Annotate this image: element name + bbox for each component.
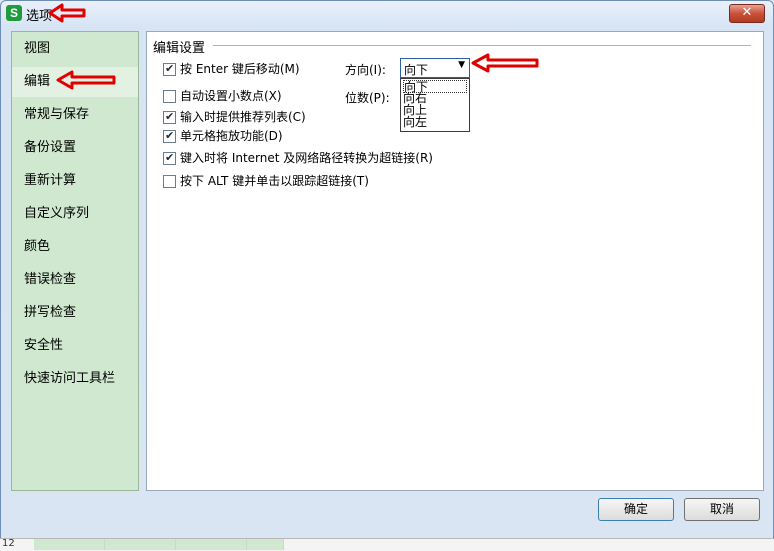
- direction-option-left[interactable]: 向左: [403, 116, 467, 129]
- annotation-arrow-icon: [56, 70, 116, 90]
- sidebar-item-quick-access-toolbar[interactable]: 快速访问工具栏: [12, 364, 138, 394]
- sidebar-item-error-check[interactable]: 错误检查: [12, 265, 138, 295]
- sidebar-item-view[interactable]: 视图: [12, 34, 138, 64]
- hyperlink-convert-checkbox[interactable]: [163, 150, 176, 166]
- autocomplete-label: 输入时提供推荐列表(C): [180, 110, 306, 124]
- annotation-arrow-icon: [48, 3, 86, 23]
- direction-selected-value: 向下: [404, 63, 429, 77]
- auto-decimal-checkbox[interactable]: [163, 90, 176, 103]
- direction-label: 方向(I):: [345, 63, 386, 77]
- row-number: 12: [2, 538, 15, 549]
- sidebar-item-colors[interactable]: 颜色: [12, 232, 138, 262]
- sidebar-item-general-save[interactable]: 常规与保存: [12, 100, 138, 130]
- ok-button[interactable]: 确定: [598, 498, 674, 521]
- sidebar-item-security[interactable]: 安全性: [12, 331, 138, 361]
- app-logo-icon: S: [6, 5, 22, 21]
- sheet-cell: [34, 539, 105, 550]
- sheet-cell: [176, 539, 247, 550]
- group-title: 编辑设置: [153, 41, 206, 56]
- autocomplete-checkbox[interactable]: [163, 109, 176, 125]
- sheet-cell: [105, 539, 176, 550]
- direction-dropdown-list: 向下 向右 向上 向左: [400, 78, 470, 132]
- group-divider: [213, 45, 751, 46]
- options-sidebar: 视图 编辑 常规与保存 备份设置 重新计算 自定义序列 颜色 错误检查 拼写检查…: [11, 31, 139, 491]
- move-after-enter-label: 按 Enter 键后移动(M): [180, 62, 300, 76]
- close-button[interactable]: ✕: [729, 4, 765, 23]
- dropdown-arrow-icon[interactable]: ▼: [458, 60, 465, 70]
- cancel-button[interactable]: 取消: [684, 498, 760, 521]
- digits-label: 位数(P):: [345, 91, 390, 105]
- spreadsheet-strip: 12: [0, 538, 774, 551]
- hyperlink-convert-label: 键入时将 Internet 及网络路径转换为超链接(R): [180, 151, 433, 165]
- direction-select[interactable]: 向下 ▼: [400, 58, 470, 78]
- alt-click-hyperlink-label: 按下 ALT 键并单击以跟踪超链接(T): [180, 174, 369, 188]
- sidebar-item-custom-lists[interactable]: 自定义序列: [12, 199, 138, 229]
- sidebar-item-spell-check[interactable]: 拼写检查: [12, 298, 138, 328]
- edit-settings-panel: 编辑设置 按 Enter 键后移动(M) 自动设置小数点(X) 输入时提供推荐列…: [146, 31, 764, 491]
- alt-click-hyperlink-checkbox[interactable]: [163, 175, 176, 188]
- sheet-cell: [247, 539, 284, 550]
- drag-drop-label: 单元格拖放功能(D): [180, 129, 283, 143]
- auto-decimal-label: 自动设置小数点(X): [180, 89, 282, 103]
- sidebar-item-backup[interactable]: 备份设置: [12, 133, 138, 163]
- move-after-enter-checkbox[interactable]: [163, 61, 176, 77]
- drag-drop-checkbox[interactable]: [163, 128, 176, 144]
- annotation-arrow-icon: [471, 53, 539, 73]
- sidebar-item-recalculate[interactable]: 重新计算: [12, 166, 138, 196]
- title-bar[interactable]: S 选项 ✕: [1, 1, 773, 25]
